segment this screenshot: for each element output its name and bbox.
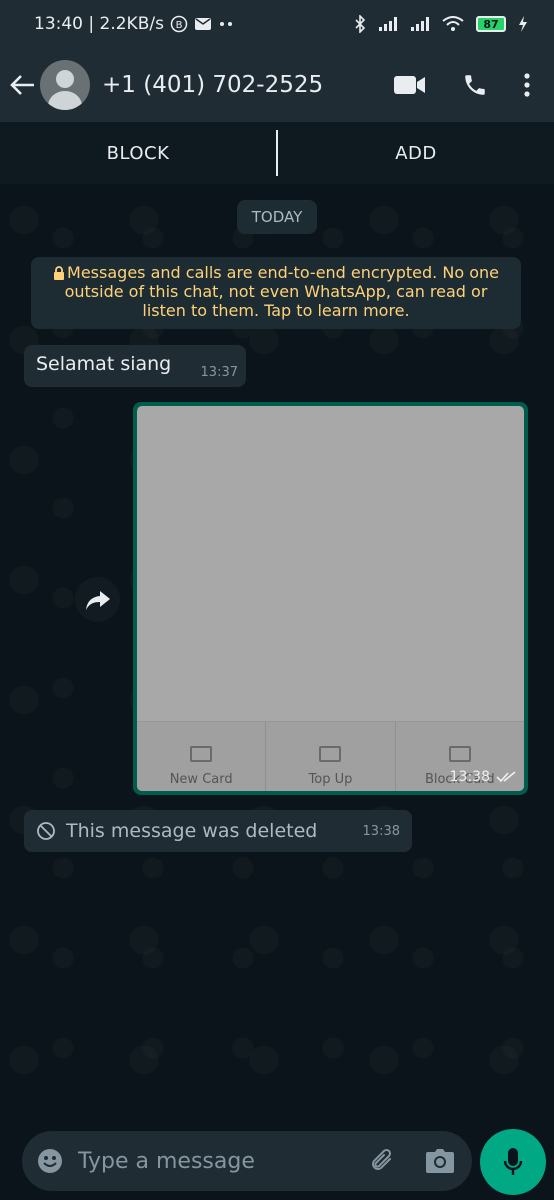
back-arrow-icon[interactable] [10, 74, 36, 96]
phone-call-icon[interactable] [462, 72, 488, 98]
date-chip: TODAY [237, 200, 317, 234]
forward-button[interactable] [75, 577, 120, 622]
block-button[interactable]: BLOCK [0, 143, 276, 164]
status-bar: 13:40 | 2.2KB/s B 87 [0, 0, 554, 48]
contact-name[interactable]: +1 (401) 702-2525 [102, 72, 323, 98]
video-call-icon[interactable] [394, 75, 426, 95]
more-dots-icon [218, 21, 234, 27]
add-button[interactable]: ADD [278, 143, 554, 164]
unknown-contact-actions: BLOCK ADD [0, 122, 554, 184]
message-input[interactable] [78, 1148, 370, 1174]
deleted-text: This message was deleted [66, 820, 318, 842]
encryption-notice[interactable]: Messages and calls are end-to-end encryp… [31, 257, 521, 329]
chat-header: +1 (401) 702-2525 [0, 48, 554, 122]
signal-icon [410, 16, 430, 32]
top-up-label: Top Up [308, 772, 353, 787]
message-composer [22, 1131, 472, 1191]
double-check-icon [496, 771, 516, 783]
mic-icon [503, 1147, 523, 1177]
image-attachment[interactable]: New Card Top Up Block Card 13:38 [137, 406, 524, 791]
status-time-speed: 13:40 | 2.2KB/s [34, 14, 164, 34]
message-bubble-outgoing-image[interactable]: New Card Top Up Block Card 13:38 [133, 402, 528, 795]
wifi-icon [442, 16, 464, 32]
message-bubble-incoming[interactable]: Selamat siang 13:37 [24, 345, 246, 387]
block-card-icon [448, 746, 471, 762]
emoji-icon[interactable] [36, 1147, 64, 1175]
camera-icon[interactable] [426, 1149, 454, 1173]
battery-icon: 87 [476, 16, 506, 32]
new-card-label: New Card [169, 772, 233, 787]
message-time: 13:38 [449, 769, 490, 785]
avatar[interactable] [40, 60, 90, 110]
new-card-icon [190, 746, 213, 762]
message-bubble-deleted[interactable]: This message was deleted 13:38 [24, 810, 412, 852]
charging-icon [518, 16, 528, 32]
encryption-text: Messages and calls are end-to-end encryp… [64, 263, 499, 320]
forward-icon [85, 589, 111, 611]
mic-button[interactable] [480, 1129, 546, 1195]
attach-icon[interactable] [370, 1147, 396, 1175]
message-time: 13:38 [362, 823, 400, 839]
message-time: 13:37 [200, 365, 238, 380]
new-card-tile: New Card [137, 722, 267, 791]
lock-icon [53, 266, 65, 280]
image-meta: 13:38 [450, 769, 516, 785]
bluetooth-icon [354, 15, 366, 33]
message-text: Selamat siang [36, 353, 172, 375]
top-up-tile: Top Up [266, 722, 396, 791]
more-vert-icon[interactable] [524, 73, 530, 97]
b-icon: B [170, 15, 188, 33]
mail-icon [194, 17, 212, 31]
signal-icon [378, 16, 398, 32]
svg-text:B: B [176, 20, 183, 31]
deleted-icon [36, 821, 56, 841]
top-up-icon [319, 746, 342, 762]
